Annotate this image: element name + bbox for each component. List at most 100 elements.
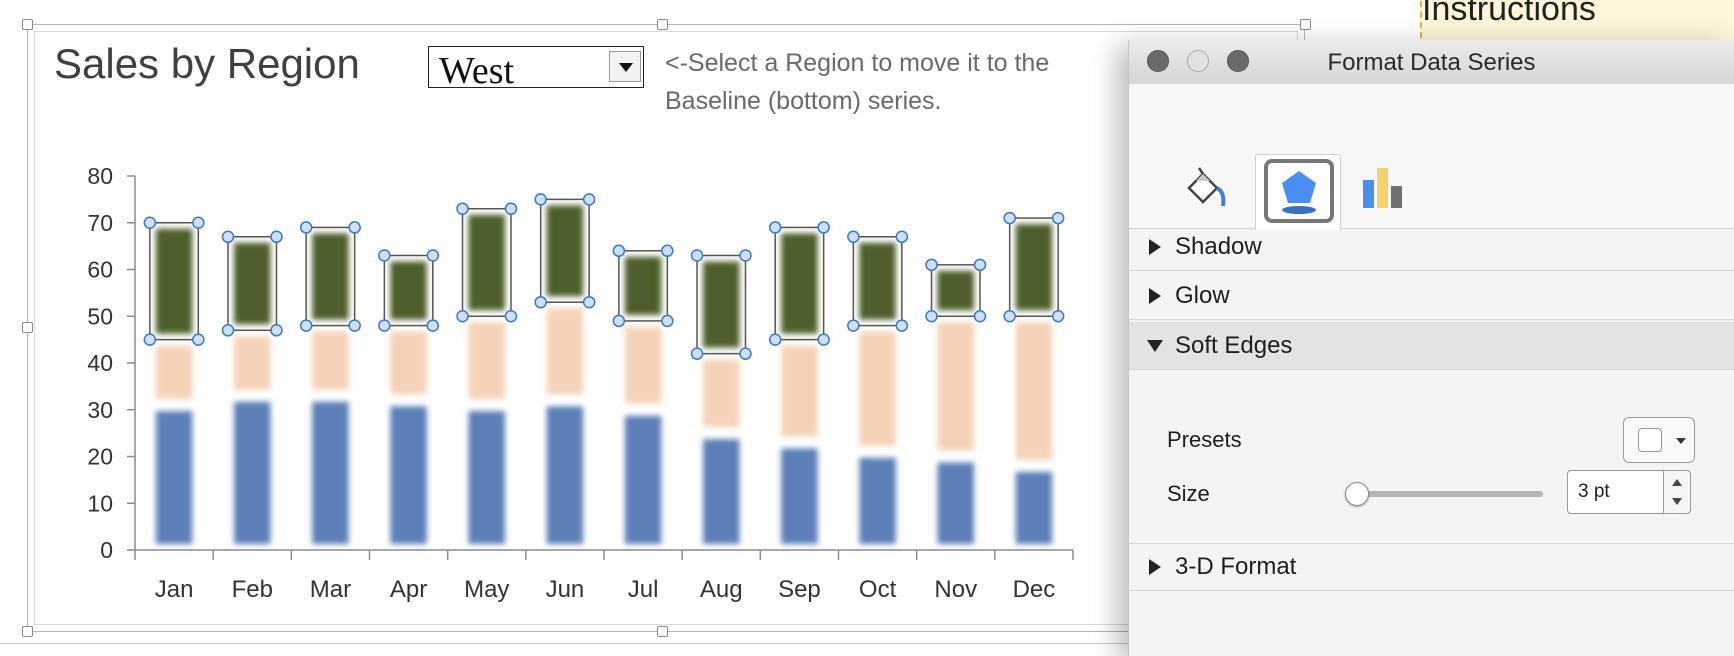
selection-handle[interactable] [690, 249, 704, 262]
selection-handle[interactable] [534, 193, 547, 206]
size-slider-thumb[interactable] [1345, 482, 1369, 506]
selection-handle[interactable] [348, 319, 361, 332]
stepper-up-icon[interactable] [1672, 479, 1682, 486]
selection-handle[interactable] [1003, 211, 1016, 225]
tab-series-options[interactable] [1345, 154, 1431, 230]
section-3d-format[interactable]: 3-D Format [1129, 543, 1734, 591]
selection-handle[interactable] [847, 319, 860, 332]
selection-handle[interactable] [661, 314, 674, 328]
selection-handle[interactable] [426, 249, 440, 262]
pane-titlebar[interactable]: Format Data Series [1129, 40, 1734, 85]
selection-handle[interactable] [661, 244, 674, 258]
selection-handle[interactable] [895, 319, 909, 332]
bar-series-3-may[interactable] [468, 214, 505, 311]
bar-series-2-may[interactable] [468, 322, 505, 400]
bar-series-1-oct[interactable] [859, 457, 896, 544]
bar-series-3-apr[interactable] [390, 261, 427, 320]
bar-series-1-mar[interactable] [312, 401, 349, 544]
selection-handle[interactable] [426, 319, 440, 332]
bar-series-1-apr[interactable] [390, 406, 427, 544]
selection-handle[interactable] [925, 258, 938, 272]
selection-handle[interactable] [739, 347, 752, 360]
bar-series-3-nov[interactable] [937, 270, 974, 311]
selection-handle[interactable] [847, 230, 860, 244]
bar-series-3-sep[interactable] [781, 233, 818, 334]
selection-handle[interactable] [925, 310, 938, 323]
selection-handle[interactable] [378, 319, 391, 332]
selection-handle[interactable] [739, 249, 752, 262]
selection-handle[interactable] [582, 295, 596, 309]
selection-handle[interactable] [270, 230, 283, 244]
selection-handle[interactable] [192, 333, 205, 346]
bar-series-1-aug[interactable] [703, 439, 740, 544]
selection-handle[interactable] [973, 310, 987, 323]
selection-handle[interactable] [690, 347, 704, 360]
stepper-down-icon[interactable] [1672, 498, 1682, 505]
selection-handle[interactable] [299, 221, 313, 234]
bar-series-1-nov[interactable] [937, 462, 974, 545]
tab-effects[interactable] [1255, 154, 1341, 230]
selection-handle[interactable] [270, 324, 283, 337]
selection-handle[interactable] [348, 221, 361, 234]
bar-series-2-nov[interactable] [937, 322, 974, 451]
selection-handle[interactable] [143, 216, 157, 229]
bar-series-1-jan[interactable] [155, 411, 193, 544]
bar-series-3-oct[interactable] [859, 242, 896, 320]
selection-handle[interactable] [378, 249, 391, 262]
selection-handle[interactable] [895, 230, 909, 244]
selection-handle[interactable] [612, 244, 626, 258]
resize-handle-bottom-center[interactable] [657, 626, 668, 637]
bar-series-2-mar[interactable] [312, 331, 349, 390]
bar-series-2-jun[interactable] [546, 308, 584, 395]
bar-series-2-dec[interactable] [1015, 322, 1053, 460]
selection-handle[interactable] [973, 258, 987, 272]
size-stepper[interactable] [1663, 470, 1691, 514]
bar-series-2-feb[interactable] [234, 336, 271, 390]
bar-series-3-aug[interactable] [703, 261, 740, 348]
selection-handle[interactable] [456, 310, 469, 323]
bar-series-3-mar[interactable] [312, 233, 349, 320]
bar-series-3-jun[interactable] [546, 205, 584, 297]
selection-handle[interactable] [143, 333, 157, 346]
selection-handle[interactable] [1051, 211, 1065, 225]
selection-handle[interactable] [221, 230, 235, 244]
selection-handle[interactable] [817, 333, 830, 346]
resize-handle-bottom-left[interactable] [22, 626, 33, 637]
selection-handle[interactable] [817, 221, 830, 234]
selection-handle[interactable] [192, 216, 205, 229]
stacked-bar-chart[interactable]: 0 10 20 30 40 50 60 70 80 Jan Feb Mar Apr May Jun Jul A… [0, 0, 1130, 620]
bar-series-2-aug[interactable] [703, 359, 740, 428]
bar-series-1-jun[interactable] [546, 406, 584, 544]
selection-handle[interactable] [768, 221, 782, 234]
bar-series-2-oct[interactable] [859, 331, 896, 446]
selection-handle[interactable] [768, 333, 782, 346]
bar-series-1-sep[interactable] [781, 448, 818, 544]
bar-series-1-may[interactable] [468, 411, 505, 544]
bar-series-3-feb[interactable] [234, 242, 271, 325]
selection-handle[interactable] [534, 295, 547, 309]
selection-handle[interactable] [582, 193, 596, 206]
selection-handle[interactable] [1051, 310, 1065, 323]
selection-handle[interactable] [299, 319, 313, 332]
selection-handle[interactable] [1003, 310, 1016, 323]
bar-series-1-jul[interactable] [624, 415, 662, 544]
presets-dropdown[interactable] [1623, 417, 1695, 463]
selection-handle[interactable] [612, 314, 626, 328]
bar-series-2-apr[interactable] [390, 331, 427, 395]
bar-series-2-sep[interactable] [781, 345, 818, 437]
bar-series-3-jan[interactable] [155, 228, 193, 334]
bar-series-1-dec[interactable] [1015, 471, 1053, 544]
section-glow[interactable]: Glow [1129, 272, 1734, 320]
bar-series-2-jan[interactable] [155, 345, 193, 400]
resize-handle-top-right[interactable] [1300, 19, 1311, 30]
section-shadow[interactable]: Shadow [1129, 223, 1734, 271]
tab-fill-line[interactable] [1165, 154, 1251, 230]
selection-handle[interactable] [221, 324, 235, 337]
selection-handle[interactable] [504, 202, 518, 215]
selection-handle[interactable] [456, 202, 469, 215]
size-slider[interactable] [1347, 491, 1543, 497]
size-input[interactable] [1567, 470, 1667, 514]
bar-series-2-jul[interactable] [624, 326, 662, 404]
bar-series-1-feb[interactable] [234, 401, 271, 544]
bar-series-3-dec[interactable] [1015, 224, 1053, 311]
